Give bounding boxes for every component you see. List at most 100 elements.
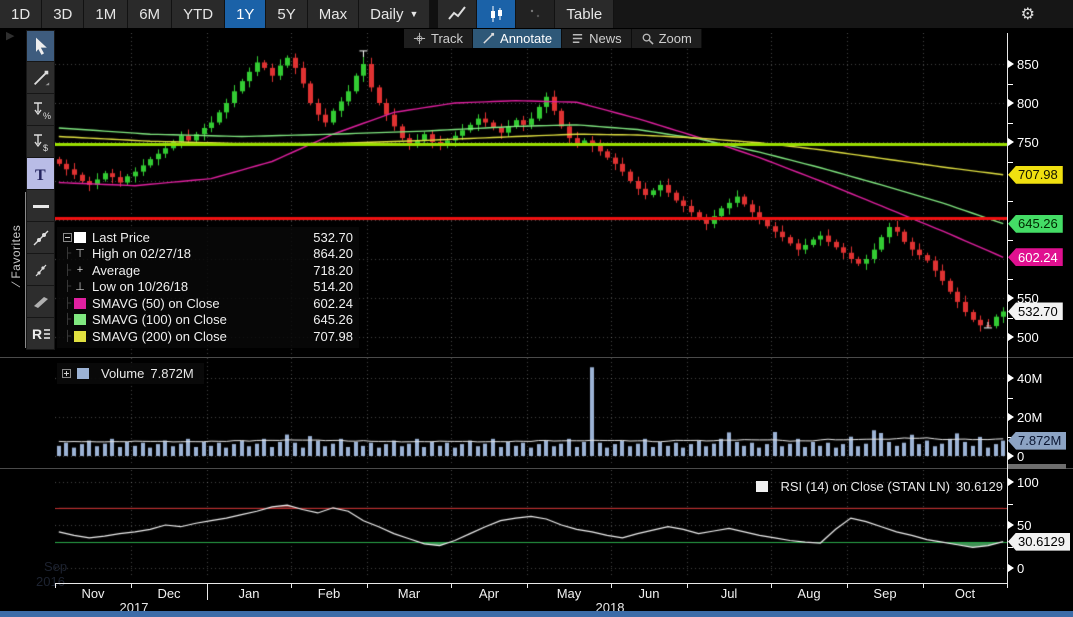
toolbar-gap <box>430 0 438 28</box>
minor-tick <box>1008 162 1013 163</box>
volume-color-chip <box>77 368 89 379</box>
news-icon <box>571 32 584 45</box>
series-color-chip <box>74 298 86 309</box>
events-button[interactable] <box>516 0 555 28</box>
legend-value: 514.20 <box>313 279 353 294</box>
button-label: Track <box>431 31 463 46</box>
legend-row[interactable]: Last Price532.70 <box>61 229 353 246</box>
legend-row[interactable]: ├+Average718.20 <box>61 262 353 279</box>
price-legend[interactable]: Last Price532.70├⊤High on 02/27/18864.20… <box>57 227 359 348</box>
ghost-month-label: Sep <box>44 559 67 574</box>
tree-connector: ├ <box>61 314 74 325</box>
axis-price-tag: 30.6129 <box>1008 533 1070 551</box>
tool-text-button[interactable]: T <box>26 158 55 190</box>
period-dropdown[interactable]: Daily ▼ <box>359 0 430 28</box>
month-tick <box>367 583 368 588</box>
minor-tick <box>1008 201 1013 202</box>
settings-gear-icon[interactable]: ⚙ <box>1021 0 1035 28</box>
range-button-ytd[interactable]: YTD <box>172 0 225 28</box>
tool-note-percent-button[interactable]: % <box>26 94 55 126</box>
month-label: Dec <box>157 586 180 601</box>
window-bottom-border <box>0 611 1073 617</box>
range-button-3d[interactable]: 3D <box>42 0 84 28</box>
crosshair-icon <box>413 32 426 45</box>
volume-legend[interactable]: Volume 7.872M <box>57 363 204 384</box>
bloomberg-chart-window: 1D3D1M6MYTD1Y5YMax Daily ▼ Table « <box>0 0 1073 617</box>
tick-text: 20M <box>1017 410 1042 425</box>
pencil-icon <box>482 32 495 45</box>
expand-icon[interactable] <box>62 369 71 378</box>
legend-row[interactable]: ├SMAVG (200) on Close707.98 <box>61 328 353 345</box>
range-button-group: 1D3D1M6MYTD1Y5YMax <box>0 0 359 28</box>
tree-connector: ├ <box>61 281 74 292</box>
track-button[interactable]: Track <box>404 29 473 48</box>
rsi-legend[interactable]: RSI (14) on Close (STAN LN) 30.6129 <box>756 479 1003 494</box>
month-label: Feb <box>318 586 340 601</box>
collapse-icon[interactable] <box>61 233 74 242</box>
cursor-icon <box>31 36 51 56</box>
legend-value: 707.98 <box>313 329 353 344</box>
magnifier-icon <box>641 32 654 45</box>
tool-cursor-button[interactable] <box>26 30 55 62</box>
legend-row[interactable]: ├⊥Low on 10/26/18514.20 <box>61 279 353 296</box>
candlestick-chart-button[interactable] <box>477 0 516 28</box>
axis-tick-label: 20M <box>1008 409 1042 425</box>
zoom-button[interactable]: Zoom <box>632 29 702 48</box>
range-button-1d[interactable]: 1D <box>0 0 42 28</box>
range-button-1m[interactable]: 1M <box>84 0 128 28</box>
range-button-5y[interactable]: 5Y <box>266 0 307 28</box>
volume-legend-value: 7.872M <box>150 366 193 381</box>
range-button-max[interactable]: Max <box>308 0 359 28</box>
line-chart-button[interactable] <box>438 0 477 28</box>
axis-tick-label: 850 <box>1008 56 1039 72</box>
axis-tick-label: 100 <box>1008 474 1039 490</box>
x-axis-line <box>55 583 1008 584</box>
series-color-chip <box>74 331 86 342</box>
year-boundary-tick <box>207 583 208 600</box>
month-tick <box>131 583 132 588</box>
button-label: News <box>589 31 622 46</box>
table-button[interactable]: Table <box>555 0 614 28</box>
marker-glyph: ⊥ <box>74 280 86 293</box>
axis-price-tag: 602.24 <box>1008 248 1063 266</box>
scrollbar-thumb[interactable] <box>1008 464 1066 469</box>
tool-note-dollar-button[interactable]: $ <box>26 126 55 158</box>
tool-annotate-pencil-button[interactable] <box>26 62 55 94</box>
text-icon: T <box>31 164 51 184</box>
legend-row[interactable]: ├SMAVG (100) on Close645.26 <box>61 312 353 329</box>
annotate-button[interactable]: Annotate <box>473 29 562 48</box>
tree-connector: ├ <box>61 265 74 276</box>
tick-text: 750 <box>1017 135 1039 150</box>
line-chart-icon <box>447 5 467 23</box>
favorites-tab[interactable]: ⁄ Favorites <box>8 30 25 360</box>
axis-tick-label: 0 <box>1008 560 1024 576</box>
panel-separator <box>0 357 1073 358</box>
axis-price-tag: 7.872M <box>1008 432 1066 450</box>
month-label: Nov <box>81 586 104 601</box>
tool-regression-button[interactable]: R <box>26 318 55 350</box>
tick-text: 40M <box>1017 371 1042 386</box>
annotate-pencil-icon <box>31 68 51 88</box>
legend-row[interactable]: ├SMAVG (50) on Close602.24 <box>61 295 353 312</box>
legend-row[interactable]: ├⊤High on 02/27/18864.20 <box>61 246 353 263</box>
panel-separator <box>0 468 1073 469</box>
button-label: Annotate <box>500 31 552 46</box>
range-button-6m[interactable]: 6M <box>128 0 172 28</box>
axis-price-tag: 707.98 <box>1008 166 1063 184</box>
tick-text: 850 <box>1017 57 1039 72</box>
month-label: May <box>557 586 582 601</box>
tool-trend-line-button[interactable] <box>26 222 55 254</box>
rsi-legend-label: RSI (14) on Close (STAN LN) <box>780 479 950 494</box>
month-tick <box>291 583 292 588</box>
horizontal-line-icon <box>31 196 51 216</box>
tool-segment-button[interactable] <box>26 254 55 286</box>
svg-text:$: $ <box>43 143 48 153</box>
tool-channel-button[interactable] <box>26 286 55 318</box>
legend-value: 864.20 <box>313 246 353 261</box>
news-button[interactable]: News <box>562 29 632 48</box>
tool-horizontal-line-button[interactable] <box>26 190 55 222</box>
candlestick-icon <box>486 4 506 24</box>
range-button-1y[interactable]: 1Y <box>225 0 266 28</box>
svg-text:T: T <box>35 167 46 184</box>
month-label: Sep <box>873 586 896 601</box>
